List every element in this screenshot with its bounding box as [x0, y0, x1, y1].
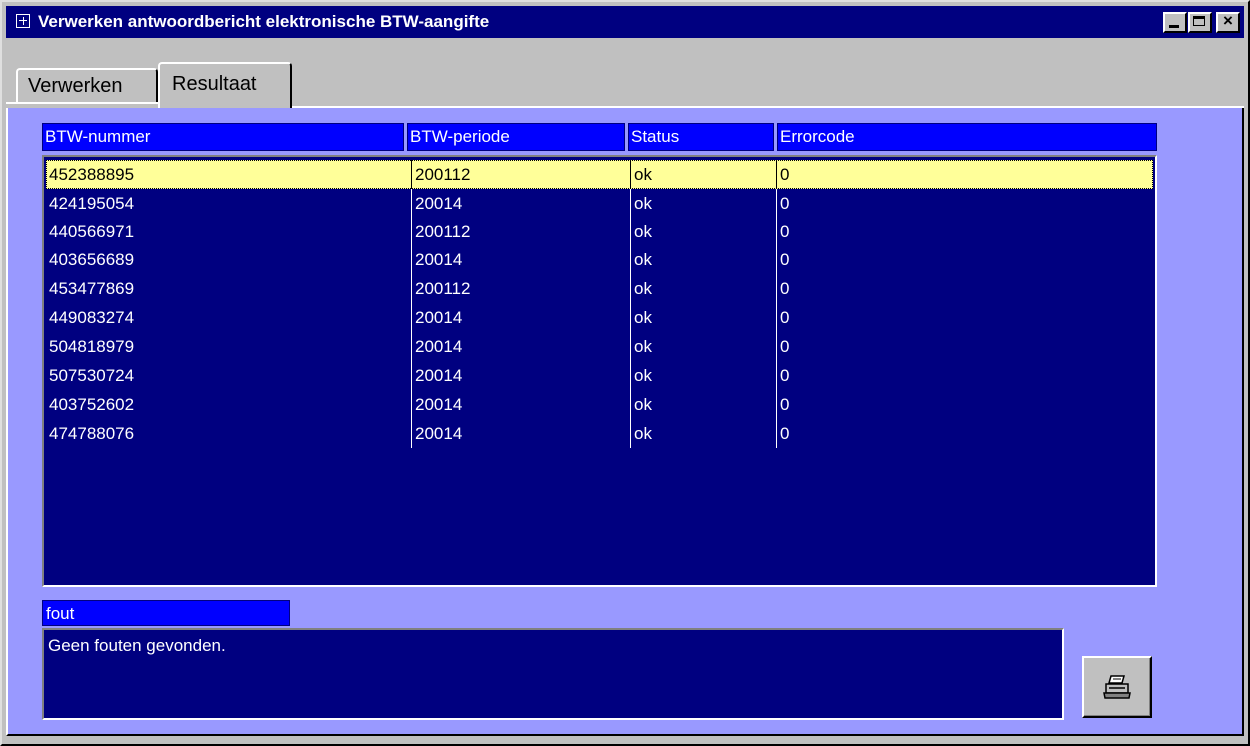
cell-status: ok: [630, 189, 776, 218]
printer-icon: [1103, 675, 1131, 699]
cell-btw-nummer: 403656689: [49, 250, 135, 269]
tab-strip-line: [6, 102, 158, 104]
tab-label: Resultaat: [172, 73, 257, 95]
cell-btw-nummer: 440566971: [49, 222, 135, 241]
cell-btw-nummer: 424195054: [49, 194, 135, 213]
table-row[interactable]: 452388895 200112 ok 0: [46, 160, 1153, 189]
form-icon[interactable]: [16, 14, 30, 28]
fout-label: fout: [42, 600, 290, 626]
cell-btw-periode: 20014: [411, 245, 629, 274]
cell-errorcode: 0: [776, 361, 1153, 390]
minimize-button[interactable]: [1163, 12, 1187, 33]
table-row[interactable]: 403752602 20014 ok 0: [46, 390, 1153, 419]
cell-status: ok: [630, 217, 776, 246]
column-header-btw-periode[interactable]: BTW-periode: [407, 123, 625, 151]
cell-status: ok: [630, 245, 776, 274]
table-row[interactable]: 449083274 20014 ok 0: [46, 303, 1153, 332]
cell-errorcode: 0: [776, 274, 1153, 303]
cell-status: ok: [630, 332, 776, 361]
cell-btw-periode: 200112: [411, 274, 629, 303]
main-window: Verwerken antwoordbericht elektronische …: [0, 0, 1250, 746]
window-title: Verwerken antwoordbericht elektronische …: [38, 12, 490, 31]
cell-status: ok: [630, 419, 776, 448]
cell-btw-nummer: 453477869: [49, 279, 135, 298]
cell-errorcode: 0: [776, 303, 1153, 332]
cell-errorcode: 0: [776, 189, 1153, 218]
cell-errorcode: 0: [776, 217, 1153, 246]
title-bar[interactable]: Verwerken antwoordbericht elektronische …: [6, 6, 1244, 38]
cell-btw-periode: 20014: [411, 419, 629, 448]
table-row[interactable]: 504818979 20014 ok 0: [46, 332, 1153, 361]
cell-status: ok: [630, 303, 776, 332]
table-row[interactable]: 474788076 20014 ok 0: [46, 419, 1153, 448]
cell-btw-periode: 20014: [411, 361, 629, 390]
cell-btw-nummer: 449083274: [49, 308, 135, 327]
result-list[interactable]: 452388895 200112 ok 0 424195054 20014 ok…: [42, 155, 1157, 587]
close-icon: ×: [1223, 11, 1233, 30]
cell-btw-nummer: 403752602: [49, 395, 135, 414]
cell-btw-periode: 20014: [411, 303, 629, 332]
column-header-btw-nummer[interactable]: BTW-nummer: [42, 123, 404, 151]
cell-errorcode: 0: [776, 245, 1153, 274]
cell-btw-periode: 20014: [411, 332, 629, 361]
maximize-button[interactable]: [1188, 12, 1212, 33]
table-row[interactable]: 453477869 200112 ok 0: [46, 274, 1153, 303]
table-row[interactable]: 403656689 20014 ok 0: [46, 245, 1153, 274]
print-button[interactable]: [1082, 656, 1152, 718]
cell-btw-nummer: 452388895: [49, 165, 135, 184]
cell-btw-periode: 200112: [411, 217, 629, 246]
cell-status: ok: [630, 274, 776, 303]
cell-btw-nummer: 504818979: [49, 337, 135, 356]
cell-btw-periode: 200112: [411, 160, 629, 189]
table-row[interactable]: 424195054 20014 ok 0: [46, 189, 1153, 218]
cell-btw-periode: 20014: [411, 390, 629, 419]
column-header-status[interactable]: Status: [628, 123, 774, 151]
tab-resultaat[interactable]: Resultaat: [158, 62, 292, 108]
table-row[interactable]: 440566971 200112 ok 0: [46, 217, 1153, 246]
cell-btw-nummer: 474788076: [49, 424, 135, 443]
tab-verwerken[interactable]: Verwerken: [16, 68, 158, 102]
cell-btw-nummer: 507530724: [49, 366, 135, 385]
cell-status: ok: [630, 390, 776, 419]
cell-errorcode: 0: [776, 419, 1153, 448]
cell-errorcode: 0: [776, 332, 1153, 361]
table-row[interactable]: 507530724 20014 ok 0: [46, 361, 1153, 390]
cell-status: ok: [630, 361, 776, 390]
close-button[interactable]: ×: [1216, 11, 1240, 33]
fout-field[interactable]: Geen fouten gevonden.: [42, 628, 1064, 720]
cell-errorcode: 0: [776, 160, 1153, 189]
cell-errorcode: 0: [776, 390, 1153, 419]
cell-btw-periode: 20014: [411, 189, 629, 218]
tab-label: Verwerken: [28, 75, 123, 97]
column-header-errorcode[interactable]: Errorcode: [777, 123, 1157, 151]
cell-status: ok: [630, 160, 776, 189]
